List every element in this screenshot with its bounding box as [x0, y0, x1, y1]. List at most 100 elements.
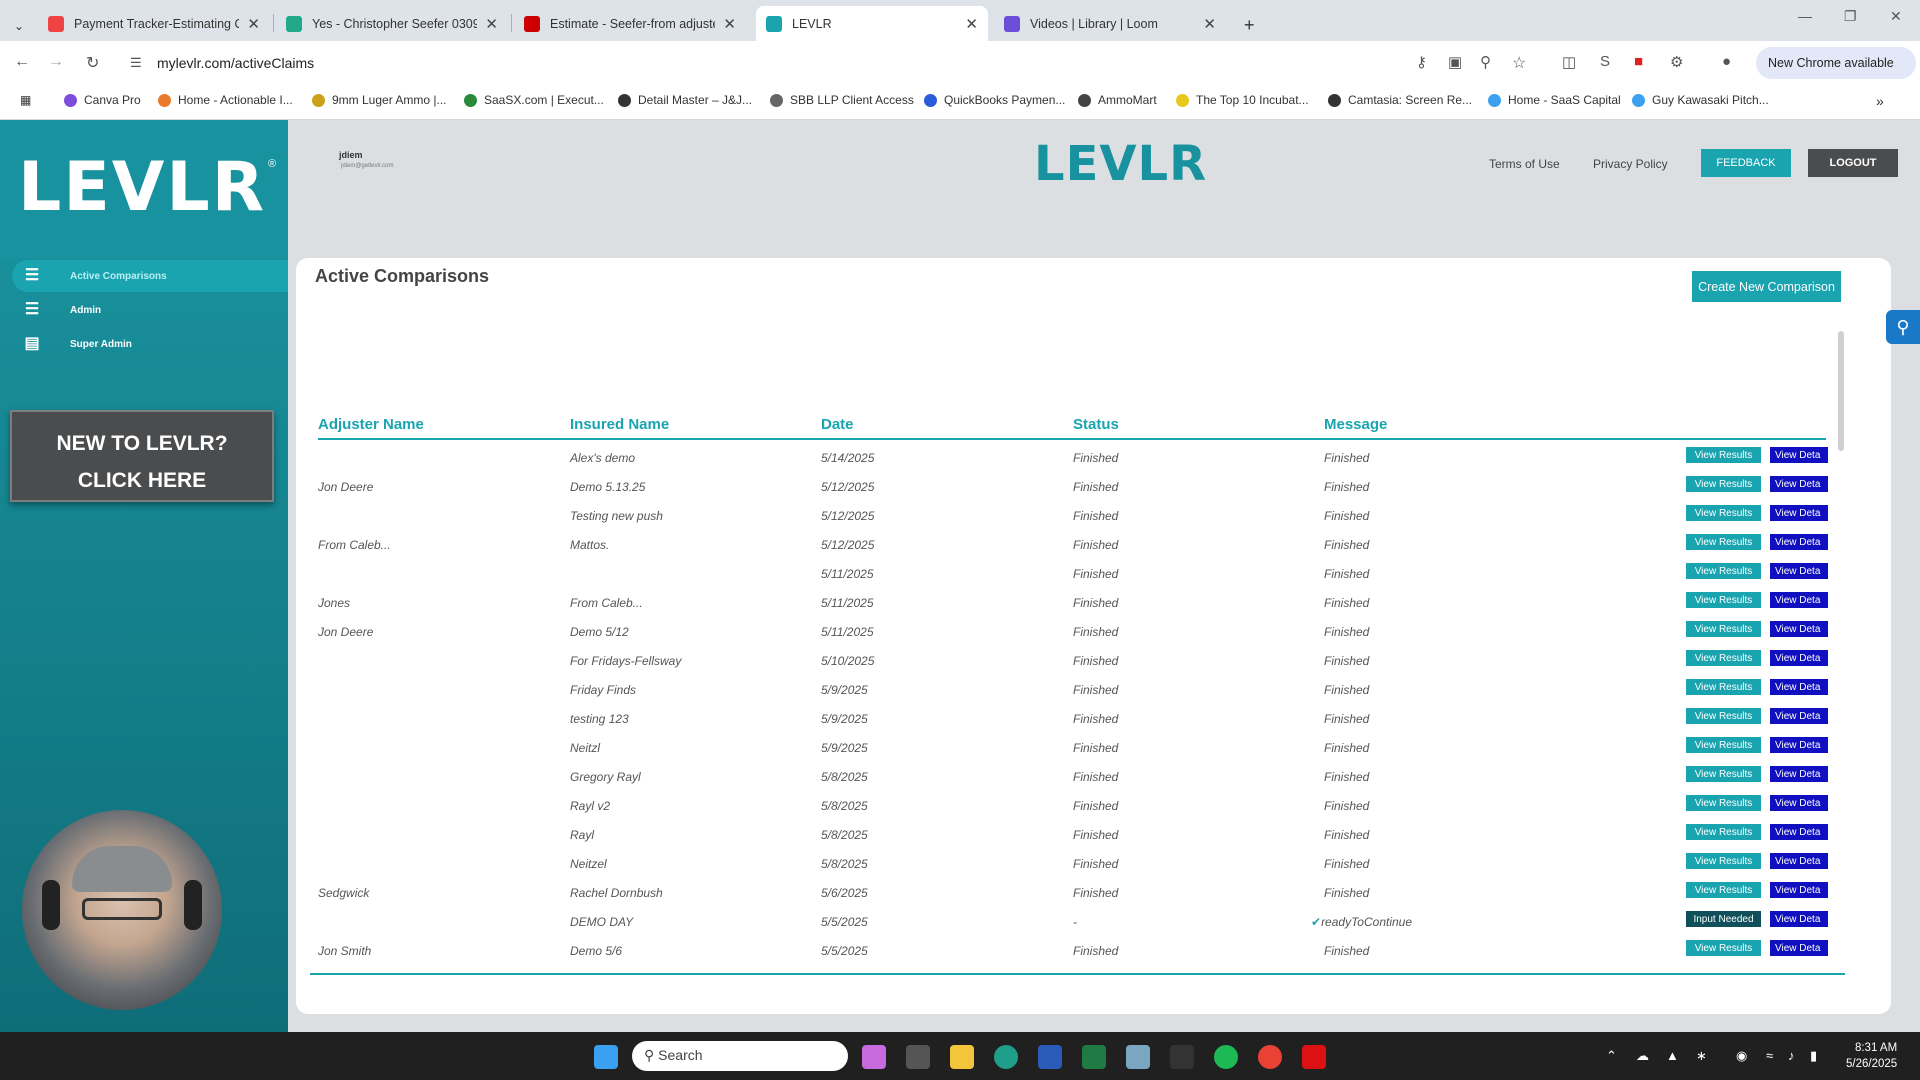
bookmark-item[interactable]: The Top 10 Incubat...	[1176, 93, 1309, 107]
view-results-button[interactable]: View Results	[1686, 737, 1761, 753]
site-info-icon[interactable]: ☰	[130, 55, 142, 71]
view-details-button[interactable]: View Deta	[1770, 505, 1828, 521]
calculator-icon[interactable]	[906, 1045, 930, 1069]
view-details-button[interactable]: View Deta	[1770, 853, 1828, 869]
view-results-button[interactable]: View Results	[1686, 476, 1761, 492]
sidebar-item-super-admin[interactable]: ▤ Super Admin	[12, 328, 288, 360]
view-results-button[interactable]: View Results	[1686, 447, 1761, 463]
close-tab-icon[interactable]: ✕	[247, 15, 260, 33]
taskbar-clock[interactable]: 8:31 AM 5/26/2025	[1846, 1040, 1897, 1072]
privacy-link[interactable]: Privacy Policy	[1593, 157, 1668, 171]
spotify-icon[interactable]	[1214, 1045, 1238, 1069]
key-icon[interactable]: ⚷	[1416, 53, 1427, 71]
view-details-button[interactable]: View Deta	[1770, 911, 1828, 927]
minimize-icon[interactable]: —	[1798, 8, 1812, 24]
view-results-button[interactable]: View Results	[1686, 853, 1761, 869]
view-results-button[interactable]: View Results	[1686, 708, 1761, 724]
bookmark-item[interactable]: Detail Master – J&J...	[618, 93, 752, 107]
battery-icon[interactable]: ▮	[1810, 1048, 1817, 1064]
tab-list-button[interactable]: ⌄	[4, 8, 36, 43]
back-icon[interactable]: ←	[14, 53, 30, 71]
restore-icon[interactable]: ❐	[1844, 8, 1857, 25]
tray-chevron-icon[interactable]: ⌃	[1606, 1048, 1617, 1064]
view-details-button[interactable]: View Deta	[1770, 766, 1828, 782]
bookmark-item[interactable]: 9mm Luger Ammo |...	[312, 93, 447, 107]
extension-s-icon[interactable]: S	[1600, 53, 1610, 70]
bookmark-item[interactable]: Home - SaaS Capital	[1488, 93, 1621, 107]
cloud-icon[interactable]: ☁	[1636, 1048, 1649, 1064]
tab-3[interactable]: LEVLR ✕	[756, 6, 988, 41]
view-details-button[interactable]: View Deta	[1770, 824, 1828, 840]
app-icon[interactable]	[1126, 1045, 1150, 1069]
apps-grid-icon[interactable]: ▦	[20, 93, 31, 107]
view-results-button[interactable]: View Results	[1686, 824, 1761, 840]
search-icon[interactable]: ⚲	[1886, 310, 1920, 344]
acrobat-icon[interactable]	[1302, 1045, 1326, 1069]
view-details-button[interactable]: View Deta	[1770, 592, 1828, 608]
column-header-status[interactable]: Status	[1073, 416, 1119, 433]
view-details-button[interactable]: View Deta	[1770, 563, 1828, 579]
view-results-button[interactable]: View Results	[1686, 940, 1761, 956]
bookmark-item[interactable]: SaaSX.com | Execut...	[464, 93, 604, 107]
terminal-icon[interactable]	[1170, 1045, 1194, 1069]
scrollbar-thumb[interactable]	[1838, 331, 1844, 451]
edge-icon[interactable]	[994, 1045, 1018, 1069]
feedback-button[interactable]: FEEDBACK	[1701, 149, 1791, 177]
view-results-button[interactable]: View Results	[1686, 505, 1761, 521]
bookmark-item[interactable]: QuickBooks Paymen...	[924, 93, 1065, 107]
view-details-button[interactable]: View Deta	[1770, 882, 1828, 898]
view-details-button[interactable]: View Deta	[1770, 737, 1828, 753]
column-header-adjuster[interactable]: Adjuster Name	[318, 416, 424, 433]
sidebar-item-admin[interactable]: ☰ Admin	[12, 294, 288, 326]
file-explorer-icon[interactable]	[950, 1045, 974, 1069]
windows-start-icon[interactable]	[594, 1045, 618, 1069]
bluetooth-icon[interactable]: ∗	[1696, 1048, 1707, 1064]
column-header-insured[interactable]: Insured Name	[570, 416, 669, 433]
new-tab-icon[interactable]: +	[1234, 8, 1265, 43]
bookmark-item[interactable]: Home - Actionable I...	[158, 93, 293, 107]
new-to-levlr-button[interactable]: NEW TO LEVLR? CLICK HERE	[10, 410, 274, 502]
view-results-button[interactable]: View Results	[1686, 795, 1761, 811]
close-tab-icon[interactable]: ✕	[965, 15, 978, 33]
view-results-button[interactable]: View Results	[1686, 563, 1761, 579]
close-tab-icon[interactable]: ✕	[1203, 15, 1216, 33]
omnibox[interactable]	[120, 47, 1430, 79]
view-details-button[interactable]: View Deta	[1770, 679, 1828, 695]
bookmark-item[interactable]: Canva Pro	[64, 93, 141, 107]
forward-icon[interactable]: →	[48, 53, 64, 71]
view-results-button[interactable]: View Results	[1686, 766, 1761, 782]
tab-0[interactable]: Payment Tracker-Estimating Or ✕	[38, 6, 270, 41]
bookmark-item[interactable]: Camtasia: Screen Re...	[1328, 93, 1472, 107]
tab-2[interactable]: Estimate - Seefer-from adjuster ✕	[514, 6, 746, 41]
url-text[interactable]: mylevlr.com/activeClaims	[157, 55, 314, 71]
view-results-button[interactable]: View Results	[1686, 534, 1761, 550]
view-details-button[interactable]: View Deta	[1770, 795, 1828, 811]
view-details-button[interactable]: View Deta	[1770, 621, 1828, 637]
extension-red-icon[interactable]: ■	[1634, 53, 1643, 70]
puzzle-icon[interactable]: ⚙	[1670, 53, 1683, 71]
bookmark-item[interactable]: SBB LLP Client Access	[770, 93, 914, 107]
bookmark-item[interactable]: AmmoMart	[1078, 93, 1157, 107]
close-tab-icon[interactable]: ✕	[485, 15, 498, 33]
view-results-button[interactable]: View Results	[1686, 621, 1761, 637]
header-logo[interactable]: LEVLR	[1034, 136, 1207, 192]
sidebar-logo[interactable]: LEVLR	[18, 148, 266, 227]
view-details-button[interactable]: View Deta	[1770, 447, 1828, 463]
close-tab-icon[interactable]: ✕	[723, 15, 736, 33]
volume-icon[interactable]: ♪	[1788, 1048, 1795, 1063]
bookmark-item[interactable]: Guy Kawasaki Pitch...	[1632, 93, 1769, 107]
view-details-button[interactable]: View Deta	[1770, 476, 1828, 492]
close-window-icon[interactable]: ✕	[1890, 8, 1902, 25]
bookmark-star-icon[interactable]: ☆	[1512, 53, 1526, 73]
sidebar-item-active-comparisons[interactable]: ☰ Active Comparisons	[12, 260, 288, 292]
column-header-message[interactable]: Message	[1324, 416, 1387, 433]
taskbar-search[interactable]: ⚲ Search	[632, 1041, 848, 1071]
mic-icon[interactable]: ◉	[1736, 1048, 1747, 1064]
zoom-icon[interactable]: ⚲	[1480, 53, 1491, 71]
column-header-date[interactable]: Date	[821, 416, 854, 433]
excel-icon[interactable]	[1082, 1045, 1106, 1069]
word-icon[interactable]	[1038, 1045, 1062, 1069]
reload-icon[interactable]: ↻	[86, 53, 99, 73]
extension-icon[interactable]: ◫	[1562, 53, 1576, 71]
view-details-button[interactable]: View Deta	[1770, 650, 1828, 666]
